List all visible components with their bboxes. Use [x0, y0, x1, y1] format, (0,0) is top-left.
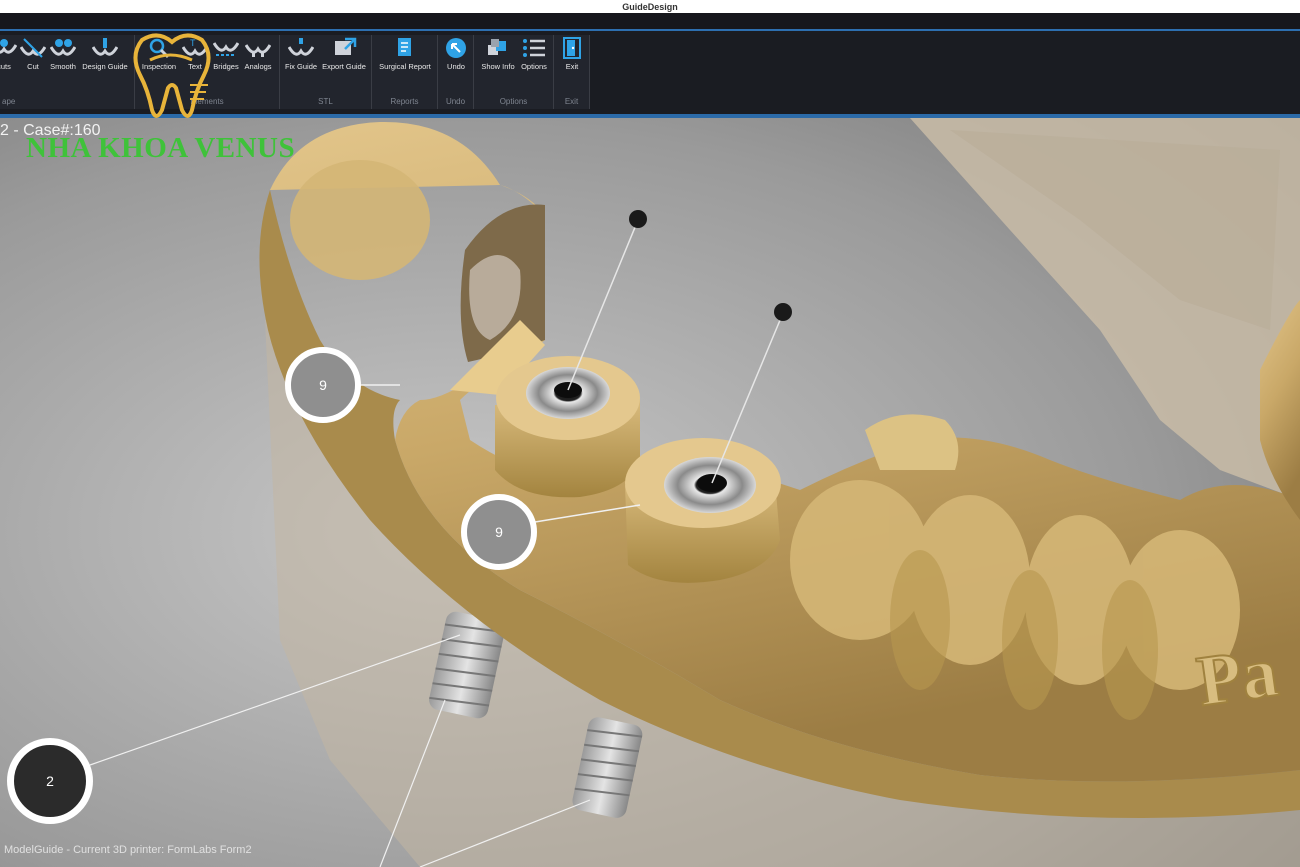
exit-icon: [563, 37, 581, 59]
export-guide-icon: [335, 37, 357, 55]
drill-axis-endpoint: [629, 210, 647, 228]
exit-button[interactable]: Exit: [549, 37, 595, 71]
ribbon-group-stl: Fix Guide Export Guide STL: [280, 35, 372, 109]
title-bar: GuideDesign: [0, 0, 1300, 13]
tooth-marker-2[interactable]: 2: [7, 738, 93, 824]
ribbon-group-undo: Undo Undo: [438, 35, 474, 109]
export-guide-button[interactable]: Export Guide: [321, 37, 367, 71]
status-bar: ModelGuide - Current 3D printer: FormLab…: [4, 844, 252, 856]
guide-sleeve-upper: [495, 356, 640, 498]
show-info-icon: [488, 39, 506, 55]
3d-viewport[interactable]: Pa 9 9 2: [0, 118, 1300, 867]
surgical-guide-model: Pa: [0, 118, 1300, 867]
options-icon: [523, 39, 545, 57]
drill-axis-endpoint: [774, 303, 792, 321]
watermark-text: NHA KHOA VENUS: [26, 132, 296, 164]
surgical-report-icon: [398, 38, 411, 56]
smooth-button[interactable]: Smooth: [40, 37, 86, 71]
ribbon-group-options: Show Info Options Options: [474, 35, 554, 109]
undo-button[interactable]: Undo: [433, 37, 479, 71]
fix-guide-button[interactable]: Fix Guide: [278, 37, 324, 71]
ribbon-group-exit: Exit Exit: [554, 35, 590, 109]
app-window: GuideDesign cuts Cut Smooth Design Guide…: [0, 0, 1300, 867]
design-guide-button[interactable]: Design Guide: [82, 37, 128, 71]
embossed-text: Pa: [1192, 631, 1282, 721]
undo-icon: [446, 38, 466, 58]
window-title: GuideDesign: [622, 1, 678, 12]
analogs-icon: [245, 44, 271, 57]
smooth-icon: [50, 39, 76, 56]
guide-sleeve-lower: [625, 438, 781, 583]
design-guide-icon: [92, 38, 118, 56]
tooth-marker-9-upper[interactable]: 9: [285, 347, 361, 423]
surgical-report-button[interactable]: Surgical Report: [379, 37, 431, 71]
ribbon-group-reports: Surgical Report Reports: [372, 35, 438, 109]
ribbon-group-shape: cuts Cut Smooth Design Guide ape: [0, 35, 135, 109]
tooth-marker-9-lower[interactable]: 9: [461, 494, 537, 570]
fix-guide-icon: [288, 38, 314, 56]
tooth-logo-icon: [133, 33, 211, 118]
analogs-button[interactable]: Analogs: [235, 37, 281, 71]
ribbon-tab-strip: [0, 13, 1300, 31]
